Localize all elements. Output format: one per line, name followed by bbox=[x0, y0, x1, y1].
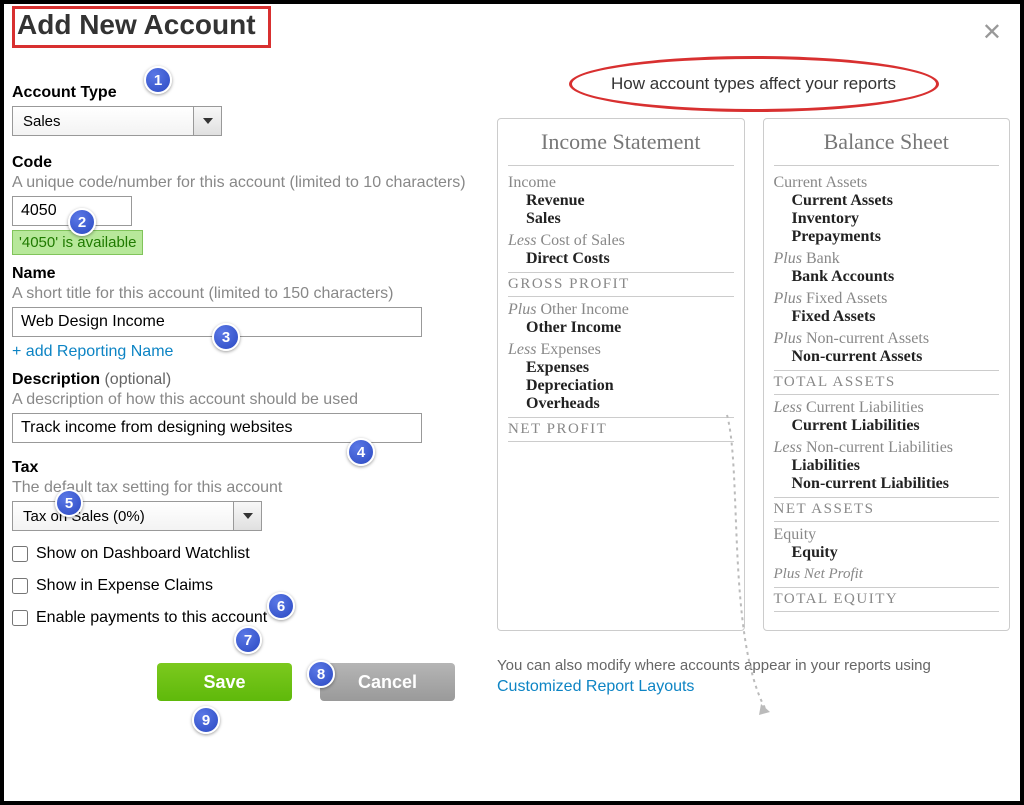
nca-label: Plus Non-current Assets bbox=[774, 330, 1000, 348]
dashboard-watchlist-checkbox[interactable] bbox=[12, 546, 28, 562]
info-highlight-ellipse bbox=[569, 56, 939, 112]
total-assets-line: TOTAL ASSETS bbox=[774, 370, 1000, 395]
annotation-badge-7: 7 bbox=[234, 626, 262, 654]
annotation-badge-4: 4 bbox=[347, 438, 375, 466]
net-profit-line: NET PROFIT bbox=[508, 417, 734, 442]
current-assets-item: Prepayments bbox=[792, 228, 1000, 246]
expenses-label: Less Expenses bbox=[508, 341, 734, 359]
tax-value: Tax on Sales (0%) bbox=[13, 508, 233, 525]
tax-label: Tax bbox=[12, 459, 467, 477]
dashboard-watchlist-label: Show on Dashboard Watchlist bbox=[36, 545, 250, 563]
ncl-label: Less Non-current Liabilities bbox=[774, 439, 1000, 457]
chevron-down-icon bbox=[233, 502, 261, 530]
income-item: Revenue bbox=[526, 192, 734, 210]
current-assets-item: Inventory bbox=[792, 210, 1000, 228]
other-income-label: Plus Other Income bbox=[508, 301, 734, 319]
annotation-badge-5: 5 bbox=[55, 489, 83, 517]
close-icon[interactable]: ✕ bbox=[982, 18, 1002, 47]
nca-item: Non-current Assets bbox=[792, 348, 1000, 366]
plus-net-profit-line: Plus Net Profit bbox=[774, 566, 1000, 583]
description-label-text: Description bbox=[12, 371, 100, 388]
footer-note: You can also modify where accounts appea… bbox=[497, 655, 1010, 698]
annotation-badge-9: 9 bbox=[192, 706, 220, 734]
add-reporting-name-link[interactable]: + add Reporting Name bbox=[12, 343, 173, 361]
cost-of-sales-label: Less Cost of Sales bbox=[508, 232, 734, 250]
income-item: Sales bbox=[526, 210, 734, 228]
chevron-down-icon bbox=[193, 107, 221, 135]
cl-item: Current Liabilities bbox=[792, 417, 1000, 435]
expenses-item: Depreciation bbox=[526, 377, 734, 395]
expenses-item: Expenses bbox=[526, 359, 734, 377]
code-help: A unique code/number for this account (l… bbox=[12, 174, 467, 192]
description-optional: (optional) bbox=[104, 371, 171, 388]
save-button[interactable]: Save bbox=[157, 663, 292, 701]
account-type-label: Account Type bbox=[12, 84, 467, 102]
total-equity-line: TOTAL EQUITY bbox=[774, 587, 1000, 612]
gross-profit-line: GROSS PROFIT bbox=[508, 272, 734, 297]
income-statement-title: Income Statement bbox=[508, 125, 734, 166]
fixed-assets-item: Fixed Assets bbox=[792, 308, 1000, 326]
description-help: A description of how this account should… bbox=[12, 391, 467, 409]
title-highlight-box: Add New Account bbox=[12, 6, 271, 48]
tax-select[interactable]: Tax on Sales (0%) bbox=[12, 501, 262, 531]
info-column: How account types affect your reports In… bbox=[497, 74, 1010, 701]
ncl-item: Non-current Liabilities bbox=[792, 475, 1000, 493]
bank-label: Plus Bank bbox=[774, 250, 1000, 268]
annotation-badge-1: 1 bbox=[144, 66, 172, 94]
annotation-badge-8: 8 bbox=[307, 660, 335, 688]
equity-label: Equity bbox=[774, 526, 1000, 544]
description-label: Description (optional) bbox=[12, 371, 467, 389]
net-assets-line: NET ASSETS bbox=[774, 497, 1000, 522]
name-help: A short title for this account (limited … bbox=[12, 285, 467, 303]
ncl-item: Liabilities bbox=[792, 457, 1000, 475]
equity-item: Equity bbox=[792, 544, 1000, 562]
expenses-item: Overheads bbox=[526, 395, 734, 413]
code-label: Code bbox=[12, 154, 467, 172]
form-column: Account Type Sales Code A unique code/nu… bbox=[12, 74, 467, 701]
income-statement-panel: Income Statement Income Revenue Sales Le… bbox=[497, 118, 745, 631]
enable-payments-checkbox[interactable] bbox=[12, 610, 28, 626]
account-type-value: Sales bbox=[13, 113, 193, 130]
fixed-assets-label: Plus Fixed Assets bbox=[774, 290, 1000, 308]
account-type-select[interactable]: Sales bbox=[12, 106, 222, 136]
annotation-badge-2: 2 bbox=[68, 208, 96, 236]
expense-claims-label: Show in Expense Claims bbox=[36, 577, 213, 595]
annotation-badge-6: 6 bbox=[267, 592, 295, 620]
balance-sheet-panel: Balance Sheet Current Assets Current Ass… bbox=[763, 118, 1011, 631]
expense-claims-checkbox[interactable] bbox=[12, 578, 28, 594]
cancel-button[interactable]: Cancel bbox=[320, 663, 455, 701]
balance-sheet-title: Balance Sheet bbox=[774, 125, 1000, 166]
other-income-item: Other Income bbox=[526, 319, 734, 337]
cost-item: Direct Costs bbox=[526, 250, 734, 268]
annotation-badge-3: 3 bbox=[212, 323, 240, 351]
current-assets-label: Current Assets bbox=[774, 174, 1000, 192]
name-label: Name bbox=[12, 265, 467, 283]
enable-payments-label: Enable payments to this account bbox=[36, 609, 267, 627]
income-label: Income bbox=[508, 174, 734, 192]
bank-item: Bank Accounts bbox=[792, 268, 1000, 286]
cl-label: Less Current Liabilities bbox=[774, 399, 1000, 417]
dialog-title: Add New Account bbox=[17, 9, 256, 41]
current-assets-item: Current Assets bbox=[792, 192, 1000, 210]
customized-report-layouts-link[interactable]: Customized Report Layouts bbox=[497, 676, 694, 698]
footer-text: You can also modify where accounts appea… bbox=[497, 657, 931, 674]
